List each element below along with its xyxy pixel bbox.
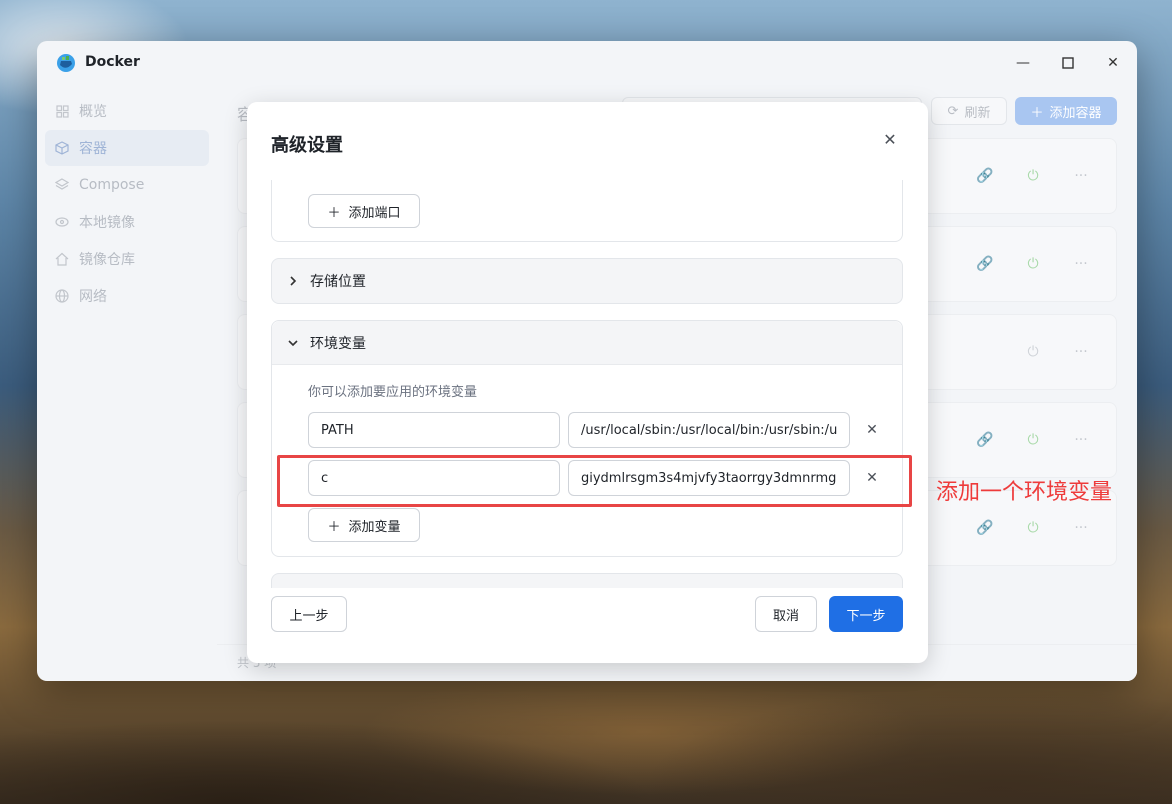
- link-icon[interactable]: 🔗: [976, 167, 994, 185]
- refresh-icon: ⟳: [947, 103, 959, 119]
- home-icon: [55, 252, 69, 266]
- app-title: Docker: [85, 54, 140, 70]
- add-container-label: 添加容器: [1049, 105, 1102, 121]
- sidebar-item-compose[interactable]: Compose: [45, 167, 209, 203]
- power-icon[interactable]: ⏻: [1024, 167, 1042, 185]
- link-icon[interactable]: 🔗: [976, 431, 994, 449]
- next-button[interactable]: 下一步: [829, 596, 903, 632]
- chevron-right-icon: [286, 276, 300, 286]
- cancel-button[interactable]: 取消: [755, 596, 817, 632]
- maximize-icon[interactable]: [1056, 51, 1080, 75]
- env-key-field[interactable]: [308, 412, 560, 448]
- storage-header[interactable]: 存储位置: [272, 259, 902, 303]
- layers-icon: [55, 178, 69, 192]
- globe-icon: [55, 289, 69, 303]
- env-hint: 你可以添加要应用的环境变量: [308, 385, 478, 400]
- title-bar: Docker — ✕: [37, 41, 1137, 85]
- close-icon[interactable]: ✕: [1101, 51, 1125, 75]
- docker-logo-icon: [57, 54, 75, 72]
- next-section-panel[interactable]: [271, 573, 903, 588]
- dialog-title: 高级设置: [271, 135, 343, 156]
- sidebar-item-overview[interactable]: 概览: [45, 93, 209, 129]
- sidebar-item-label: 容器: [79, 141, 107, 157]
- env-panel: 环境变量 你可以添加要应用的环境变量 ✕ ✕ ＋ 添加变量: [271, 320, 903, 557]
- more-icon[interactable]: ···: [1072, 431, 1090, 449]
- add-variable-button[interactable]: ＋ 添加变量: [308, 508, 420, 542]
- add-port-label: 添加端口: [348, 205, 401, 221]
- disk-icon: [55, 215, 69, 229]
- sidebar-item-containers[interactable]: 容器: [45, 130, 209, 166]
- refresh-label: 刷新: [964, 105, 991, 121]
- sidebar-item-label: Compose: [79, 177, 145, 193]
- link-icon[interactable]: 🔗: [976, 519, 994, 537]
- grid-icon: [55, 104, 69, 118]
- minimize-icon[interactable]: —: [1011, 51, 1035, 75]
- link-icon[interactable]: 🔗: [976, 255, 994, 273]
- add-container-button[interactable]: ＋ 添加容器: [1015, 97, 1117, 125]
- power-icon[interactable]: ⏻: [1024, 255, 1042, 273]
- more-icon[interactable]: ···: [1072, 343, 1090, 361]
- cube-icon: [55, 141, 69, 155]
- chevron-down-icon: [286, 338, 300, 348]
- env-value-field[interactable]: [568, 412, 850, 448]
- advanced-settings-dialog: 高级设置 ✕ ＋ 添加端口 存储位置 环境变量 你可以添加要应用的环境变量 PA…: [247, 102, 928, 663]
- sidebar-item-local-images[interactable]: 本地镜像: [45, 204, 209, 240]
- storage-panel[interactable]: 存储位置: [271, 258, 903, 304]
- storage-label: 存储位置: [310, 274, 366, 290]
- sidebar: 概览 容器 Compose 本地镜像 镜像仓库 网络: [37, 93, 217, 315]
- add-variable-label: 添加变量: [348, 519, 401, 535]
- env-label: 环境变量: [310, 335, 366, 352]
- refresh-button[interactable]: ⟳ 刷新: [931, 97, 1007, 125]
- annotation-text: 添加一个环境变量: [936, 480, 1113, 505]
- remove-icon[interactable]: ✕: [864, 422, 880, 438]
- add-port-button[interactable]: ＋ 添加端口: [308, 194, 420, 228]
- ports-panel: ＋ 添加端口: [271, 180, 903, 242]
- sidebar-item-label: 概览: [79, 104, 107, 120]
- more-icon[interactable]: ···: [1072, 519, 1090, 537]
- sidebar-item-registry[interactable]: 镜像仓库: [45, 241, 209, 277]
- plus-icon: ＋: [1030, 105, 1044, 121]
- env-header[interactable]: 环境变量: [272, 321, 902, 365]
- annotation-highlight-box: [277, 455, 912, 507]
- sidebar-item-label: 本地镜像: [79, 215, 135, 231]
- plus-icon: ＋: [327, 519, 341, 535]
- sidebar-item-label: 镜像仓库: [79, 252, 135, 268]
- power-icon[interactable]: ⏻: [1024, 519, 1042, 537]
- close-icon[interactable]: ✕: [882, 132, 898, 148]
- dialog-footer: 上一步 取消 下一步: [247, 588, 928, 663]
- power-icon[interactable]: ⏻: [1024, 431, 1042, 449]
- more-icon[interactable]: ···: [1072, 255, 1090, 273]
- power-icon[interactable]: ⏻: [1024, 343, 1042, 361]
- plus-icon: ＋: [327, 205, 341, 221]
- more-icon[interactable]: ···: [1072, 167, 1090, 185]
- sidebar-item-label: 网络: [79, 289, 107, 305]
- dialog-body: ＋ 添加端口 存储位置 环境变量 你可以添加要应用的环境变量 ✕: [247, 180, 928, 588]
- sidebar-item-network[interactable]: 网络: [45, 278, 209, 314]
- previous-button[interactable]: 上一步: [271, 596, 347, 632]
